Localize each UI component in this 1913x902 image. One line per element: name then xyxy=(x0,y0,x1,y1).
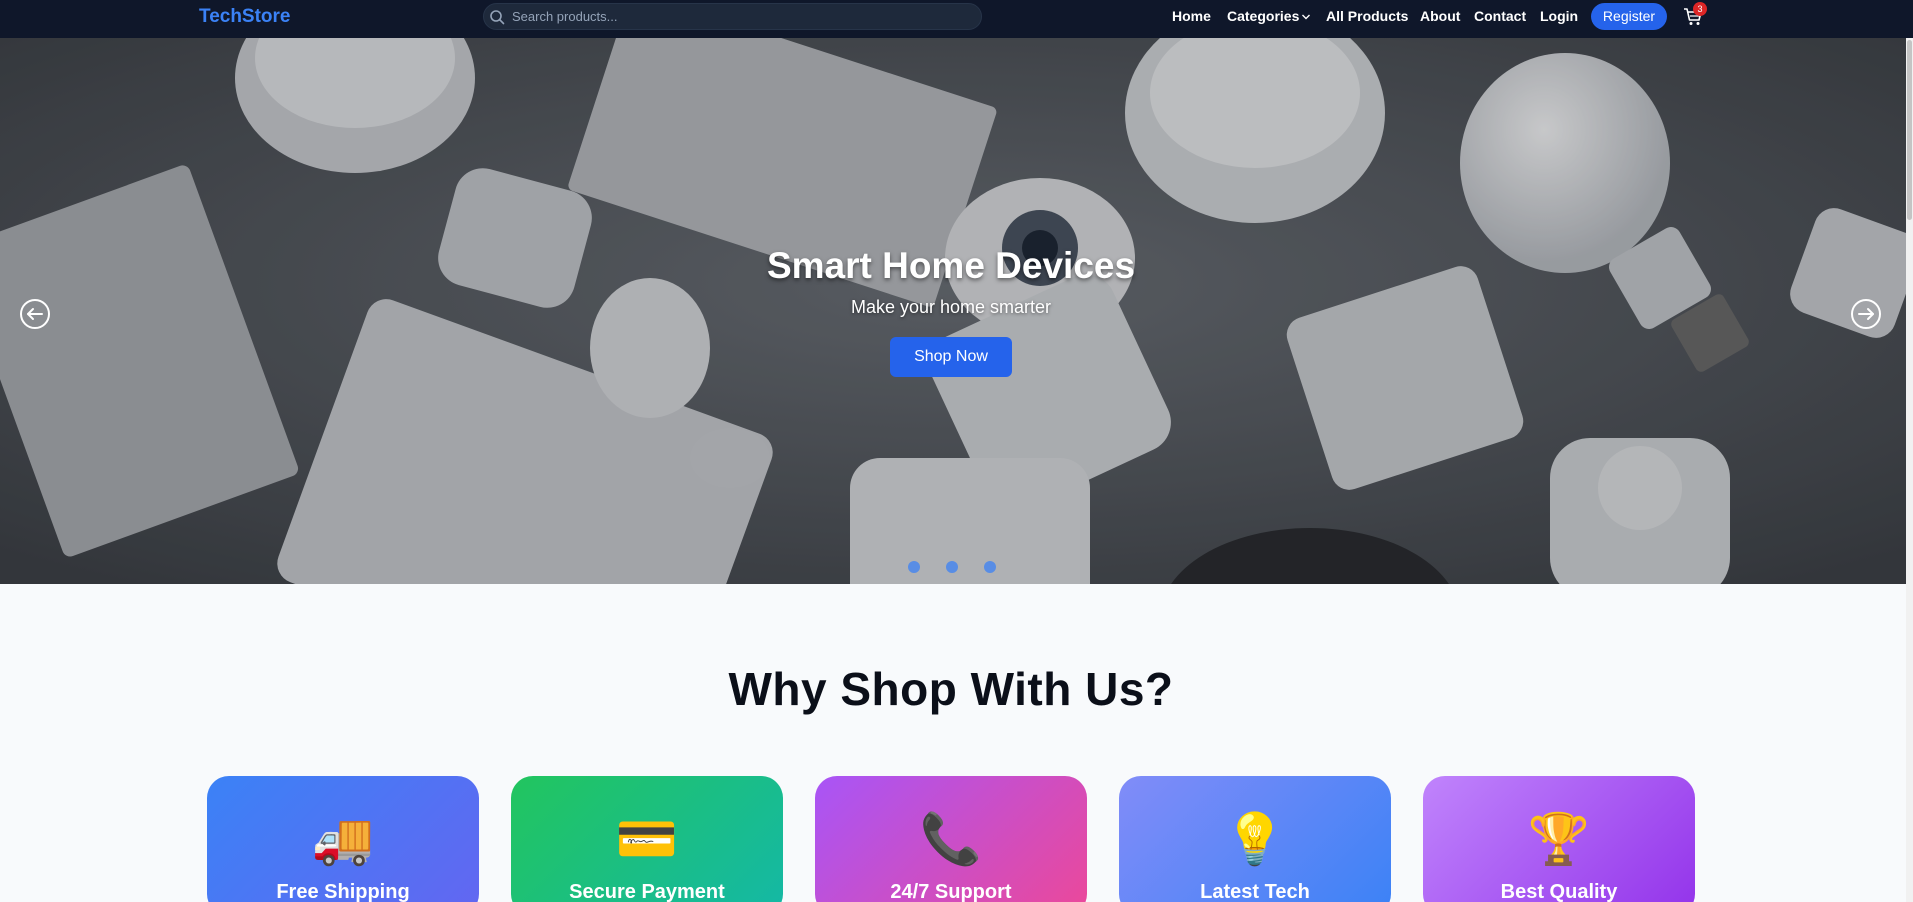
page: TechStore Home Categories All Products A… xyxy=(0,0,1913,902)
phone-icon: 📞 xyxy=(919,811,983,867)
arrow-left-icon[interactable] xyxy=(19,298,51,330)
hero-carousel: Smart Home Devices Make your home smarte… xyxy=(0,38,1906,584)
feature-card-title: Secure Payment xyxy=(569,881,725,902)
hero-title: Smart Home Devices xyxy=(766,245,1136,286)
feature-card-title: Best Quality xyxy=(1500,881,1618,902)
feature-card-latest-tech: 💡 Latest Tech xyxy=(1119,776,1391,902)
scrollbar-thumb[interactable] xyxy=(1907,40,1912,220)
arrow-right-icon[interactable] xyxy=(1850,298,1882,330)
feature-card-secure-payment: 💳 Secure Payment xyxy=(511,776,783,902)
credit-card-icon: 💳 xyxy=(615,811,679,867)
trophy-icon: 🏆 xyxy=(1527,811,1591,867)
shop-now-button[interactable]: Shop Now xyxy=(890,337,1012,377)
feature-card-free-shipping: 🚚 Free Shipping xyxy=(207,776,479,902)
brand-logo[interactable]: TechStore xyxy=(199,6,291,28)
feature-card-title: 24/7 Support xyxy=(890,881,1012,902)
carousel-dot-3[interactable] xyxy=(984,561,996,573)
lightbulb-icon: 💡 xyxy=(1223,811,1287,867)
nav-home[interactable]: Home xyxy=(1172,8,1211,24)
chevron-down-icon[interactable] xyxy=(1301,13,1311,21)
nav-contact[interactable]: Contact xyxy=(1474,8,1526,24)
hero-subtitle: Make your home smarter xyxy=(850,297,1052,317)
search-input[interactable] xyxy=(512,4,972,29)
nav-login[interactable]: Login xyxy=(1540,8,1578,24)
features-title: Why Shop With Us? xyxy=(728,663,1174,715)
carousel-dot-1[interactable] xyxy=(908,561,920,573)
feature-card-support: 📞 24/7 Support xyxy=(815,776,1087,902)
carousel-dot-2[interactable] xyxy=(946,561,958,573)
cart-count-badge: 3 xyxy=(1693,2,1707,16)
nav-categories[interactable]: Categories xyxy=(1227,8,1299,24)
feature-card-best-quality: 🏆 Best Quality xyxy=(1423,776,1695,902)
search-icon xyxy=(490,10,505,25)
feature-card-title: Latest Tech xyxy=(1200,881,1310,902)
nav-all-products[interactable]: All Products xyxy=(1326,8,1408,24)
register-button[interactable]: Register xyxy=(1591,3,1667,30)
nav-about[interactable]: About xyxy=(1420,8,1460,24)
navbar: TechStore Home Categories All Products A… xyxy=(0,0,1913,38)
feature-card-title: Free Shipping xyxy=(276,881,410,902)
search-bar[interactable] xyxy=(483,3,982,30)
truck-icon: 🚚 xyxy=(311,811,375,867)
